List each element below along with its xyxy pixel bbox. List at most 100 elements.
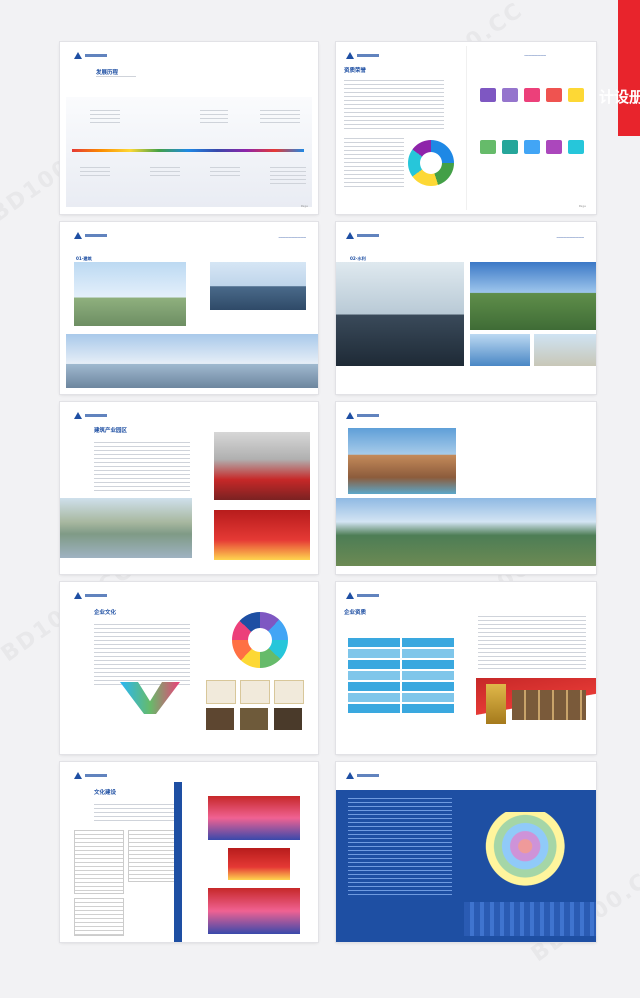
company-logo — [74, 592, 107, 599]
plaque-image — [240, 708, 268, 730]
qualification-cell — [348, 693, 400, 702]
qualification-cell — [348, 638, 400, 647]
company-logo — [346, 52, 379, 59]
qualification-cell — [348, 704, 400, 713]
timeline-text — [200, 110, 228, 126]
body-text — [344, 80, 444, 130]
brochure-spread-qualification-list: 企业资质 — [336, 582, 596, 754]
dam-photo — [336, 262, 464, 366]
body-text — [94, 442, 190, 492]
body-text — [344, 138, 404, 188]
region-map — [482, 812, 578, 888]
timeline-text — [150, 167, 180, 179]
culture-wheel-center — [248, 628, 272, 652]
brochure-spread-real-estate — [336, 402, 596, 574]
timeline-bar — [72, 149, 304, 152]
project-list — [348, 798, 452, 898]
qualification-cell — [348, 649, 400, 658]
embankment-photo — [534, 334, 596, 366]
page-title: 发展历程 — [96, 70, 119, 76]
company-logo — [74, 412, 107, 419]
meeting-photo — [228, 848, 290, 880]
body-text — [94, 624, 190, 686]
page-title: 企业文化 — [94, 610, 117, 616]
icon-tile — [546, 88, 562, 102]
reservoir-photo — [470, 334, 530, 366]
company-logo — [346, 232, 379, 239]
certificate-image — [240, 680, 270, 704]
company-logo — [74, 52, 107, 59]
header-text: ━━━━━━━━━━━━━━━━━━━ — [556, 236, 584, 239]
pipeline-photo — [470, 262, 596, 330]
page-title: 建筑产业园区 — [94, 428, 128, 434]
timeline-text — [260, 110, 300, 126]
civic-center-photo — [66, 334, 318, 388]
icon-tile — [568, 140, 584, 154]
qualification-cell — [402, 671, 454, 680]
brochure-spread-map — [336, 762, 596, 942]
icon-tile — [480, 88, 496, 102]
timeline-text — [270, 167, 306, 187]
timeline-text — [90, 110, 120, 126]
newspaper-image — [74, 830, 124, 894]
qualification-cell — [348, 660, 400, 669]
aerial-park-photo — [60, 498, 192, 558]
timeline-text — [80, 167, 110, 179]
qualification-cell — [402, 638, 454, 647]
plaque-image — [274, 708, 302, 730]
badge-char: 设 — [613, 87, 629, 106]
qualification-cell — [402, 704, 454, 713]
brochure-spread-qualifications: ━━━━━━━━━━━━━━━ 资质荣誉 Page — [336, 42, 596, 214]
page-title: 企业资质 — [344, 610, 367, 616]
company-logo — [74, 232, 107, 239]
page-number: Page — [300, 204, 308, 208]
plaque-image — [206, 708, 234, 730]
timeline-text — [210, 167, 240, 179]
company-logo — [346, 412, 379, 419]
header-text: ━━━━━━━━━━━━━━━━━━━ — [278, 236, 306, 239]
company-logo — [74, 772, 107, 779]
icon-tile — [524, 140, 540, 154]
brochure-spread-culture-building: 文化建设 — [60, 762, 318, 942]
brochure-spread-culture: 企业文化 — [60, 582, 318, 754]
honor-list — [478, 616, 586, 672]
qualification-cell — [402, 649, 454, 658]
body-text — [94, 804, 174, 822]
qualification-cell — [402, 693, 454, 702]
ceremony-photo — [214, 432, 310, 500]
certificate-image — [274, 680, 304, 704]
design-badge: 画 册 设 计 — [599, 0, 640, 136]
event-photo — [208, 796, 300, 840]
apartment-photo — [348, 428, 456, 494]
page-number: Page — [578, 204, 586, 208]
page-subtitle-lines — [96, 76, 136, 80]
qualification-cell — [402, 682, 454, 691]
building-photo — [74, 262, 186, 326]
ceremony-photo-2 — [214, 510, 310, 560]
sidebar-strip — [174, 782, 182, 942]
ring-chart-center — [420, 152, 442, 174]
icon-tile — [546, 140, 562, 154]
badge-char: 计 — [598, 87, 614, 106]
trophy-image — [486, 684, 506, 724]
ribbon-graphic — [120, 682, 180, 714]
qualification-cell — [402, 660, 454, 669]
brochure-spread-water-conservancy: ━━━━━━━━━━━━━━━━━━━ 02·水利 — [336, 222, 596, 394]
company-logo — [346, 772, 379, 779]
brochure-spread-industrial-park: 建筑产业园区 — [60, 402, 318, 574]
award-plaques — [512, 690, 586, 720]
badge-char: 册 — [629, 87, 640, 106]
brochure-spread-timeline: 发展历程 Page — [60, 42, 318, 214]
qualification-cell — [348, 671, 400, 680]
icon-tile — [568, 88, 584, 102]
skyline-graphic — [464, 902, 596, 936]
icon-tile — [480, 140, 496, 154]
page-title: 文化建设 — [94, 790, 117, 796]
newspaper-image — [74, 898, 124, 936]
mountain-landscape-photo — [336, 498, 596, 566]
qualification-cell — [348, 682, 400, 691]
icon-tile — [502, 140, 518, 154]
stadium-photo — [210, 262, 306, 310]
icon-tile — [502, 88, 518, 102]
brochure-spread-architecture: ━━━━━━━━━━━━━━━━━━━ 01·建筑 — [60, 222, 318, 394]
